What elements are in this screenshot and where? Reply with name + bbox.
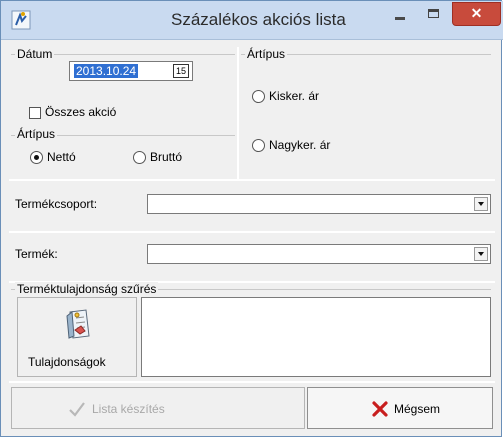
property-filter-label: Terméktulajdonság szűrés bbox=[15, 282, 159, 296]
chevron-down-icon[interactable] bbox=[474, 247, 488, 261]
product-select[interactable] bbox=[147, 244, 491, 264]
property-filter-box[interactable] bbox=[141, 297, 491, 377]
dialog-window: Százalékos akciós lista ✕ Dátum 2013.10.… bbox=[0, 0, 503, 437]
product-group-label: Termékcsoport: bbox=[15, 197, 98, 211]
check-icon bbox=[69, 402, 85, 417]
date-value: 2013.10.24 bbox=[74, 64, 139, 78]
all-actions-label: Összes akció bbox=[45, 105, 117, 119]
date-panel: Dátum 2013.10.24 15 Összes akció Ártípus… bbox=[9, 47, 237, 179]
app-icon bbox=[11, 10, 31, 30]
calendar-icon[interactable]: 15 bbox=[173, 64, 189, 78]
wholesale-price-radio[interactable] bbox=[252, 139, 265, 152]
minimize-button[interactable] bbox=[387, 5, 413, 25]
properties-button-label: Tulajdonságok bbox=[28, 355, 106, 369]
price-type-panel: Ártípus Kisker. ár Nagyker. ár bbox=[239, 47, 495, 179]
price-type-label: Ártípus bbox=[15, 127, 58, 141]
properties-icon bbox=[66, 309, 90, 339]
create-list-button[interactable]: Lista készítés bbox=[11, 387, 305, 429]
cancel-x-icon bbox=[372, 401, 388, 417]
product-row: Termék: bbox=[9, 233, 495, 281]
footer-panel: Lista készítés Mégsem bbox=[9, 383, 495, 431]
all-actions-checkbox[interactable] bbox=[29, 107, 41, 119]
date-input[interactable]: 2013.10.24 15 bbox=[69, 61, 193, 81]
gross-label: Bruttó bbox=[150, 150, 183, 164]
date-group-label: Dátum bbox=[15, 47, 55, 61]
product-label: Termék: bbox=[15, 247, 58, 261]
wholesale-price-label: Nagyker. ár bbox=[269, 138, 331, 152]
net-label: Nettó bbox=[47, 150, 76, 164]
net-radio[interactable] bbox=[30, 151, 43, 164]
retail-price-label: Kisker. ár bbox=[269, 89, 320, 103]
title-bar[interactable]: Százalékos akciós lista ✕ bbox=[1, 1, 503, 40]
cancel-label: Mégsem bbox=[394, 402, 441, 416]
chevron-down-icon[interactable] bbox=[474, 197, 488, 211]
gross-radio[interactable] bbox=[133, 151, 146, 164]
properties-button[interactable]: Tulajdonságok bbox=[17, 297, 137, 377]
price-type-right-label: Ártípus bbox=[245, 47, 288, 61]
maximize-button[interactable] bbox=[421, 5, 447, 25]
property-filter-panel: Terméktulajdonság szűrés Tulajdonságok bbox=[9, 282, 495, 381]
product-group-row: Termékcsoport: bbox=[9, 181, 495, 231]
create-list-label: Lista készítés bbox=[92, 402, 165, 416]
window-title: Százalékos akciós lista bbox=[171, 10, 346, 29]
dialog-client: Dátum 2013.10.24 15 Összes akció Ártípus… bbox=[9, 47, 495, 431]
close-button[interactable]: ✕ bbox=[452, 2, 501, 26]
cancel-button[interactable]: Mégsem bbox=[307, 387, 493, 429]
retail-price-radio[interactable] bbox=[252, 90, 265, 103]
product-group-select[interactable] bbox=[147, 194, 491, 214]
